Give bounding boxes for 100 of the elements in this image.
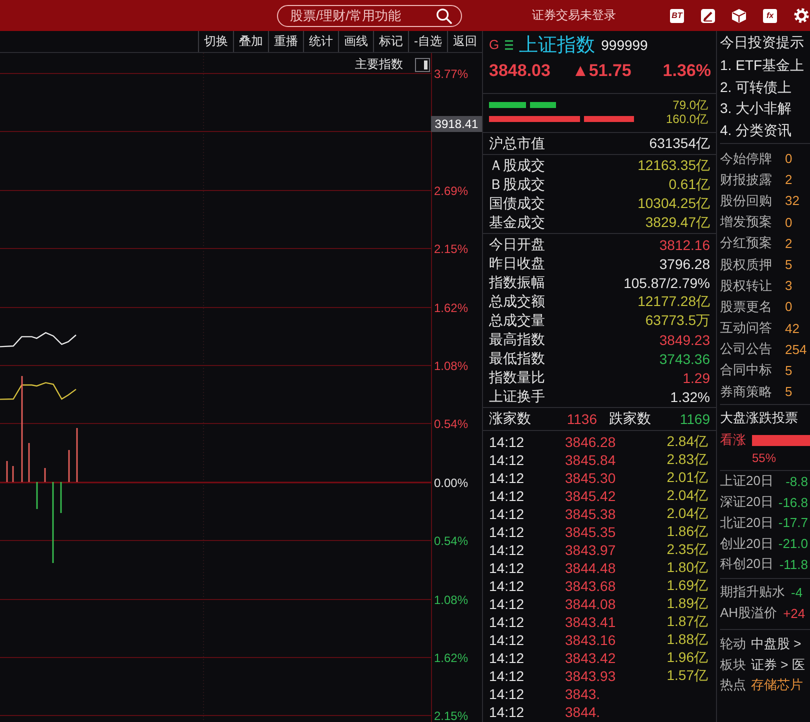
search-icon[interactable]: [436, 8, 452, 24]
trade-time: 14:12: [489, 668, 526, 684]
event-label[interactable]: 互动问答: [720, 319, 785, 338]
trade-price: 3846.28: [565, 434, 617, 450]
panel-toggle-icon[interactable]: [415, 58, 430, 72]
event-count: 2: [785, 172, 792, 188]
event-count: 5: [785, 384, 792, 400]
stat-value: 1.32%: [670, 388, 710, 404]
event-label[interactable]: 股权转让: [720, 276, 785, 295]
chart-tool-button[interactable]: 返回: [447, 31, 482, 52]
tip-link[interactable]: 4. 分类资讯: [720, 120, 810, 142]
trend-label: 深证20日: [720, 493, 774, 512]
stat-value: 631354亿: [649, 134, 710, 152]
event-count: 0: [785, 214, 792, 230]
index-menu-label[interactable]: 主要指数: [355, 56, 403, 73]
event-label[interactable]: 今始停牌: [720, 150, 785, 168]
trade-price: 3845.30: [565, 470, 617, 486]
axis-label: 1.08%: [434, 359, 468, 373]
tip-link[interactable]: 2. 可转债上: [720, 76, 810, 98]
event-label[interactable]: 合同中标: [720, 361, 785, 380]
chart-tool-button[interactable]: 统计: [303, 31, 338, 52]
chart-tool-button[interactable]: 标记: [373, 31, 408, 52]
trade-price: 3843.: [565, 686, 602, 702]
change-percent: 1.36%: [662, 61, 711, 81]
trade-price: 3843.42: [565, 650, 617, 666]
trade-price: 3845.35: [565, 524, 617, 540]
hot-label: 板块: [720, 656, 746, 674]
trade-volume: 1.87亿: [666, 613, 708, 631]
event-count: 42: [785, 320, 800, 336]
cube-icon[interactable]: [732, 8, 746, 22]
stat-label: Ｂ股成交: [489, 176, 545, 194]
event-label[interactable]: 增发预案: [720, 213, 785, 232]
axis-label: 0.54%: [434, 534, 468, 548]
trade-volume: 1.96亿: [666, 649, 708, 667]
trade-volume: 1.57亿: [666, 667, 708, 685]
letter-tile-button[interactable]: fx: [763, 8, 777, 22]
event-label[interactable]: 股份回购: [720, 192, 785, 210]
tip-link[interactable]: 3. 大小非解: [720, 98, 810, 120]
event-label[interactable]: 股权质押: [720, 256, 785, 274]
down-count-label: 跌家数: [609, 410, 651, 428]
tip-link[interactable]: 1. ETF基金上: [720, 55, 810, 77]
hot-label: 轮动: [720, 635, 746, 654]
stat-value: 3829.47亿: [645, 214, 710, 232]
flow-value: 79.0亿: [672, 96, 708, 114]
premium-value: +24: [783, 606, 806, 621]
trend-value: -8.8: [786, 474, 808, 489]
last-price: 3848.03: [489, 61, 552, 81]
trade-price: 3843.93: [565, 668, 617, 684]
chart-tool-button[interactable]: -自选: [408, 31, 447, 52]
hot-link[interactable]: 中盘股 >: [751, 635, 802, 654]
trade-time: 14:12: [489, 452, 526, 468]
trend-label: 上证20日: [720, 472, 774, 490]
axis-label: 0.00%: [434, 476, 468, 490]
vote-share: 55%: [752, 450, 776, 465]
trade-volume: 2.84亿: [666, 433, 708, 451]
trade-price: 3844.08: [565, 596, 617, 612]
stat-label: 最低指数: [489, 350, 545, 368]
chart-tool-button[interactable]: 重播: [268, 31, 303, 52]
event-label[interactable]: 公司公告: [720, 340, 785, 358]
axis-label: 1.62%: [434, 651, 468, 665]
premium-label: AH股溢价: [720, 604, 778, 622]
stat-label: 指数振幅: [489, 274, 545, 292]
pen-tile-icon[interactable]: [701, 8, 715, 22]
axis-label: 0.54%: [434, 417, 468, 431]
vote-label[interactable]: 看涨: [720, 431, 752, 450]
up-count-label: 涨家数: [489, 410, 532, 428]
chart-tool-button[interactable]: 画线: [338, 31, 373, 52]
chart-tool-button[interactable]: 切换: [198, 31, 233, 52]
stat-value: 12177.28亿: [638, 292, 710, 310]
trade-time: 14:12: [489, 542, 526, 558]
letter-tile-button[interactable]: BT: [670, 8, 684, 22]
hot-link[interactable]: 证券 > 医: [751, 656, 805, 674]
event-label[interactable]: 财报披露: [720, 170, 785, 189]
trade-volume: 1.69亿: [666, 577, 708, 595]
login-status[interactable]: 证券交易未登录: [532, 7, 616, 24]
stat-value: 0.61亿: [668, 176, 710, 194]
stat-label: 昨日收盘: [489, 254, 545, 272]
menu-icon[interactable]: [505, 40, 514, 50]
search-field[interactable]: 股票/理财/常用功能: [277, 4, 462, 26]
event-label[interactable]: 分红预案: [720, 234, 785, 252]
trade-volume: 2.83亿: [666, 451, 708, 469]
trade-time: 14:12: [489, 578, 526, 594]
axis-label: 2.69%: [434, 184, 468, 198]
axis-label: 1.62%: [434, 301, 468, 315]
stat-value: 3743.36: [659, 350, 710, 366]
stat-value: 105.87/2.79%: [624, 274, 710, 290]
stat-label: 基金成交: [489, 214, 545, 232]
index-name: 上证指数: [519, 34, 596, 58]
axis-label: 2.15%: [434, 242, 468, 256]
event-label[interactable]: 券商策略: [720, 382, 785, 401]
settings-icon[interactable]: [794, 8, 809, 23]
hot-link[interactable]: 存储芯片: [751, 676, 803, 694]
stat-value: 63773.5万: [645, 312, 710, 330]
trade-volume: 2.04亿: [666, 487, 708, 505]
trade-time: 14:12: [489, 686, 526, 702]
event-label[interactable]: 股票更名: [720, 298, 785, 316]
chart-tool-button[interactable]: 叠加: [233, 31, 268, 52]
trade-volume: 1.89亿: [666, 595, 708, 613]
trade-volume: 2.01亿: [666, 469, 708, 487]
trade-time: 14:12: [489, 650, 526, 666]
